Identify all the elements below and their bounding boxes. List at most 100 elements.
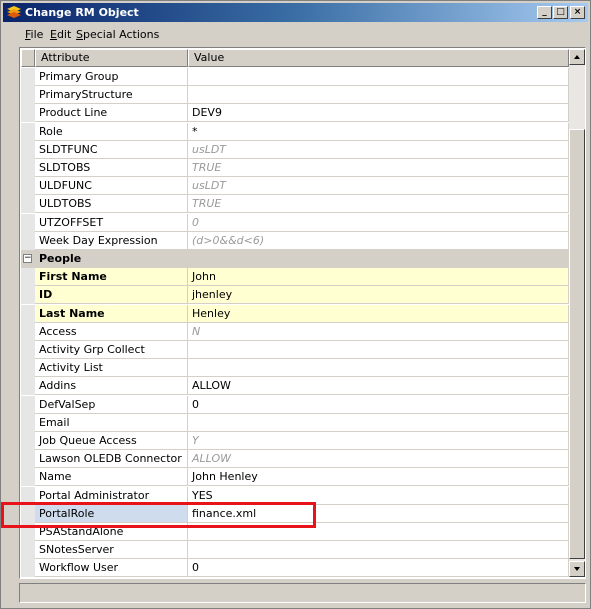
table-row[interactable]: SLDTFUNC usLDT [21,140,569,159]
table-row[interactable]: Last Name Henley [21,304,569,323]
minimize-button[interactable]: _ [537,6,552,19]
attribute-cell[interactable]: Lawson OLEDB Connector [35,450,188,469]
value-cell[interactable]: John Henley [188,468,569,487]
value-cell[interactable]: 0 [188,395,569,414]
value-cell[interactable] [188,359,569,378]
table-row[interactable]: ULDTOBS TRUE [21,195,569,214]
attribute-cell[interactable]: PSAStandAlone [35,523,188,541]
table-row[interactable]: PSAStandAlone [21,523,569,541]
attribute-cell[interactable]: Email [35,413,188,432]
table-row[interactable]: Addins ALLOW [21,377,569,396]
table-row[interactable]: SNotesServer [21,541,569,560]
menu-special-actions[interactable]: Special Actions [76,28,159,41]
table-row[interactable]: SLDTOBS TRUE [21,159,569,177]
collapse-minus-icon[interactable]: − [23,254,32,263]
value-cell[interactable]: finance.xml [188,504,569,523]
menu-edit[interactable]: Edit [50,28,71,41]
scroll-up-button[interactable] [569,49,585,65]
table-row[interactable]: Week Day Expression (d>0&&d<6) [21,231,569,250]
title-bar[interactable]: Change RM Object _ □ × [3,3,588,22]
value-cell[interactable]: jhenley [188,286,569,305]
attribute-cell[interactable]: ULDFUNC [35,177,188,196]
value-cell[interactable] [188,541,569,560]
value-cell[interactable]: 0 [188,213,569,232]
table-row[interactable]: Lawson OLEDB Connector ALLOW [21,450,569,469]
value-cell[interactable]: TRUE [188,159,569,177]
table-row[interactable]: ID jhenley [21,286,569,305]
row-gutter [21,268,35,287]
close-button[interactable]: × [570,6,585,19]
table-row[interactable]: Email [21,413,569,432]
attribute-cell[interactable]: Addins [35,377,188,396]
value-cell[interactable]: ALLOW [188,450,569,469]
table-row[interactable]: Workflow User 0 [21,559,569,577]
attribute-cell[interactable]: UTZOFFSET [35,213,188,232]
value-cell[interactable]: 0 [188,559,569,577]
attribute-cell[interactable]: Role [35,122,188,141]
table-row[interactable]: DefValSep 0 [21,395,569,414]
attribute-cell[interactable]: Name [35,468,188,487]
value-cell[interactable]: * [188,122,569,141]
table-row[interactable]: UTZOFFSET 0 [21,213,569,232]
attribute-cell[interactable]: Last Name [35,304,188,323]
header-attribute[interactable]: Attribute [35,49,188,67]
attribute-cell[interactable]: PrimaryStructure [35,86,188,105]
value-cell[interactable] [188,413,569,432]
attribute-cell[interactable]: First Name [35,268,188,287]
table-row[interactable]: PortalRole finance.xml [21,504,569,523]
attribute-cell[interactable]: Product Line [35,104,188,123]
value-cell[interactable]: TRUE [188,195,569,214]
attribute-cell[interactable]: PortalRole [35,504,188,523]
attribute-cell[interactable]: Access [35,322,188,341]
attribute-cell[interactable]: Week Day Expression [35,231,188,250]
value-cell[interactable]: usLDT [188,177,569,196]
value-cell[interactable] [188,341,569,359]
attribute-cell[interactable]: Activity Grp Collect [35,341,188,359]
table-row[interactable]: Product Line DEV9 [21,104,569,123]
table-row[interactable]: Activity Grp Collect [21,341,569,359]
value-cell[interactable]: (d>0&&d<6) [188,231,569,250]
vertical-scrollbar[interactable] [569,49,585,577]
maximize-button[interactable]: □ [553,6,568,19]
scroll-thumb[interactable] [569,129,585,559]
table-row[interactable]: PrimaryStructure [21,86,569,105]
value-cell[interactable]: YES [188,486,569,505]
attribute-cell[interactable]: SLDTOBS [35,159,188,177]
header-value[interactable]: Value [188,49,569,67]
table-row[interactable]: Access N [21,322,569,341]
menu-edit-mnemonic: E [50,28,57,41]
attribute-cell[interactable]: ID [35,286,188,305]
table-row[interactable]: Primary Group [21,68,569,86]
value-cell[interactable]: Y [188,432,569,450]
value-cell[interactable]: N [188,322,569,341]
table-row[interactable]: Portal Administrator YES [21,486,569,505]
value-cell[interactable]: John [188,268,569,287]
table-row[interactable]: Role * [21,122,569,141]
category-row[interactable]: − People [21,250,569,268]
value-cell[interactable]: usLDT [188,140,569,159]
attribute-cell[interactable]: Primary Group [35,68,188,86]
table-row[interactable]: ULDFUNC usLDT [21,177,569,196]
row-gutter [21,395,35,414]
attribute-cell[interactable]: Job Queue Access [35,432,188,450]
value-cell[interactable] [188,68,569,86]
attribute-cell[interactable]: ULDTOBS [35,195,188,214]
attribute-cell[interactable]: DefValSep [35,395,188,414]
value-cell[interactable] [188,86,569,105]
table-row[interactable]: First Name John [21,268,569,287]
attribute-cell[interactable]: SLDTFUNC [35,140,188,159]
table-row[interactable]: Job Queue Access Y [21,432,569,450]
value-cell[interactable]: ALLOW [188,377,569,396]
row-gutter [21,104,35,123]
value-cell[interactable]: Henley [188,304,569,323]
attribute-cell[interactable]: SNotesServer [35,541,188,560]
attribute-cell[interactable]: Workflow User [35,559,188,577]
attribute-cell[interactable]: Portal Administrator [35,486,188,505]
menu-file[interactable]: File [25,28,43,41]
value-cell[interactable]: DEV9 [188,104,569,123]
value-cell[interactable] [188,523,569,541]
table-row[interactable]: Name John Henley [21,468,569,487]
table-row[interactable]: Activity List [21,359,569,378]
scroll-down-button[interactable] [569,561,585,577]
attribute-cell[interactable]: Activity List [35,359,188,378]
